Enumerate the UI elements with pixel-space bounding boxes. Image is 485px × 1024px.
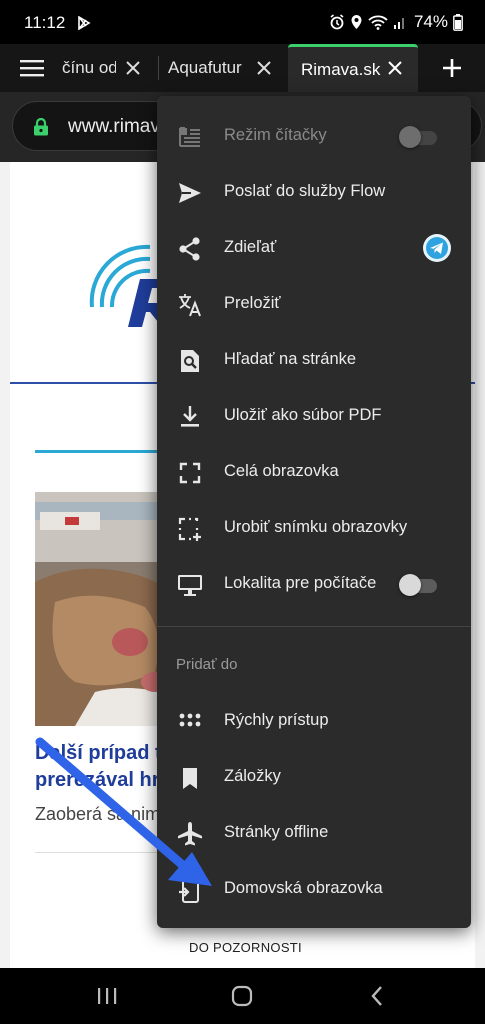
menu-item-label: Uložiť ako súbor PDF [224,406,382,424]
menu-item-bookmarks[interactable]: Záložky [157,749,471,805]
signal-icon [393,18,404,29]
add-to-home-icon [179,877,199,903]
menu-item-save-pdf[interactable]: Uložiť ako súbor PDF [157,388,471,444]
menu-item-speed-dial[interactable]: Rýchly prístup [157,693,471,749]
status-icons: 74% [329,12,463,32]
menu-item-label: Rýchly prístup [224,711,329,729]
status-bar: 11:12 74% [0,0,485,44]
menu-item-label: Lokalita pre počítače [224,574,377,592]
play-store-icon [78,16,91,30]
desktop-site-toggle[interactable] [399,574,439,596]
desktop-icon [178,575,202,596]
menu-item-label: Preložiť [224,294,281,312]
tab-title: Aquafutur [168,58,242,77]
status-time: 11:12 [24,13,66,32]
section-rule [35,450,175,453]
system-nav-bar [0,968,485,1024]
find-in-page-icon [181,350,199,372]
telegram-icon[interactable] [423,234,451,262]
menu-item-label: Režim čítačky [224,126,327,144]
add-to-section-label: Pridať do [176,656,238,673]
menu-item-label: Celá obrazovka [224,462,339,480]
translate-icon [179,294,201,317]
new-tab-icon[interactable] [440,56,464,80]
tab-1[interactable]: čínu od [62,44,154,92]
tab-separator [158,56,159,80]
airplane-icon [178,822,202,846]
wifi-icon [368,15,388,30]
menu-item-label: Záložky [224,767,281,785]
battery-icon [453,13,463,31]
speed-dial-icon [179,713,201,727]
share-icon [179,237,200,261]
overflow-menu: Režim čítačky Poslať do služby Flow Zdie… [157,96,471,928]
hamburger-menu-icon[interactable] [20,58,46,78]
menu-item-translate[interactable]: Preložiť [157,276,471,332]
send-icon [179,183,201,203]
reader-mode-icon [179,127,200,147]
menu-item-reader-mode[interactable]: Režim čítačky [157,108,471,164]
close-icon[interactable] [386,59,404,77]
article-excerpt: Zaoberá sa nim [35,804,161,824]
recent-apps-icon[interactable] [97,986,117,1006]
reader-mode-toggle [399,126,439,148]
menu-item-label: Zdieľať [224,238,277,256]
screen: 11:12 74% čínu od Aquafutur Rimava.sk ww… [0,0,485,1024]
article-photo[interactable] [35,492,175,726]
menu-item-desktop-site[interactable]: Lokalita pre počítače [157,556,471,612]
menu-item-label: Stránky offline [224,823,329,841]
menu-item-fullscreen[interactable]: Celá obrazovka [157,444,471,500]
screenshot-icon [178,517,201,541]
home-icon[interactable] [231,985,253,1007]
bookmark-icon [183,768,197,789]
cat-photo-image [35,492,175,726]
menu-item-share[interactable]: Zdieľať [157,220,471,276]
menu-item-offline-pages[interactable]: Stránky offline [157,805,471,861]
section-heading: DO POZORNOSTI [189,940,302,955]
location-icon [351,15,362,29]
download-icon [181,406,199,427]
menu-item-label: Domovská obrazovka [224,879,383,897]
menu-item-label: Urobiť snímku obrazovky [224,518,408,536]
fullscreen-icon [179,462,201,484]
menu-item-send-to-flow[interactable]: Poslať do služby Flow [157,164,471,220]
menu-item-label: Hľadať na stránke [224,350,357,368]
menu-item-home-screen[interactable]: Domovská obrazovka [157,861,471,917]
close-icon[interactable] [124,59,142,77]
menu-item-screenshot[interactable]: Urobiť snímku obrazovky [157,500,471,556]
tab-title: čínu od [62,58,116,77]
battery-percent: 74% [413,12,448,31]
menu-item-find-in-page[interactable]: Hľadať na stránke [157,332,471,388]
tab-active[interactable]: Rimava.sk [288,44,418,92]
alarm-icon [330,14,344,30]
lock-icon [34,118,48,136]
menu-divider [157,626,471,627]
tab-strip: čínu od Aquafutur Rimava.sk [0,44,485,92]
tab-title: Rimava.sk [301,59,381,79]
back-icon[interactable] [370,985,384,1007]
tab-2[interactable]: Aquafutur [168,44,282,92]
menu-item-label: Poslať do služby Flow [224,182,386,200]
close-icon[interactable] [255,59,273,77]
